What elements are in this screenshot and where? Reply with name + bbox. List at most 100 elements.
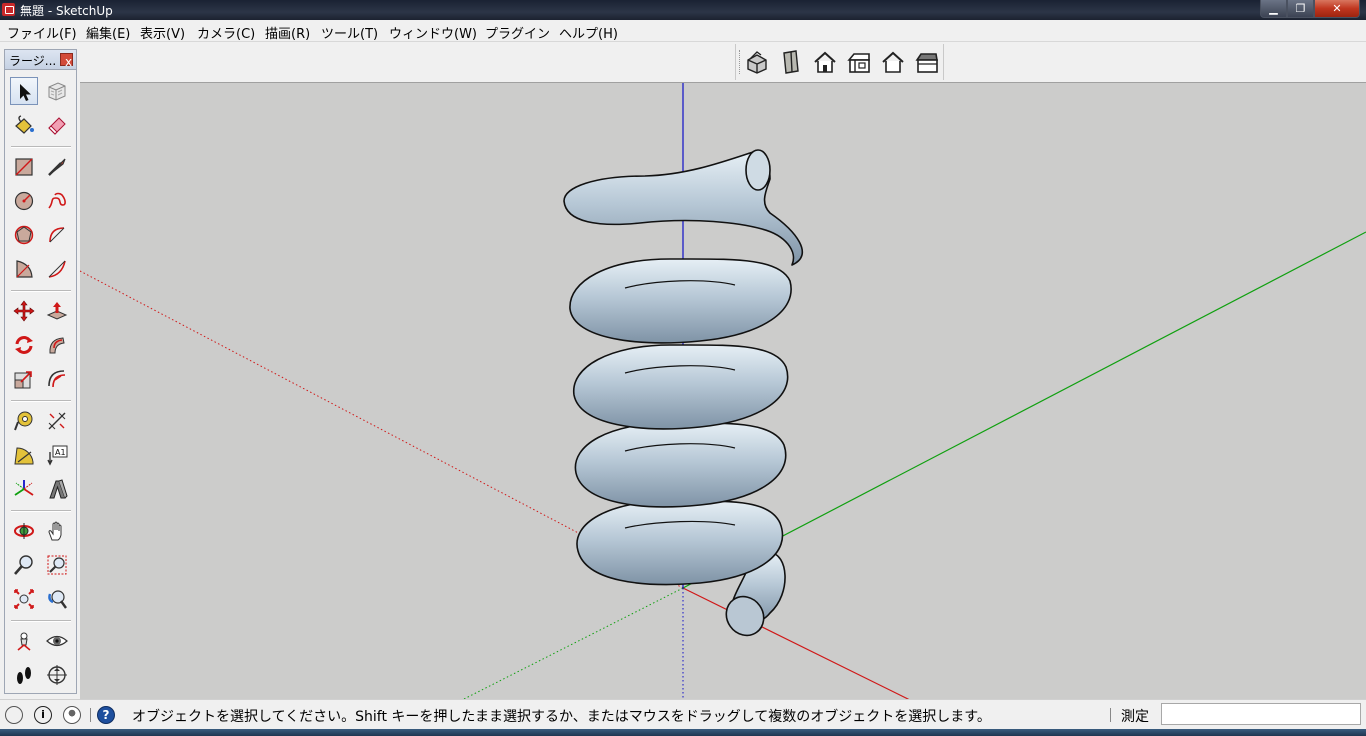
credits-icon[interactable]: i <box>34 706 52 724</box>
rotate-icon <box>15 336 33 354</box>
text-tool[interactable]: A1 <box>43 441 71 469</box>
protractor-tool[interactable] <box>10 441 38 469</box>
toolset-separator <box>11 510 71 512</box>
top-view-icon <box>783 50 799 74</box>
model-canvas[interactable] <box>80 83 1366 700</box>
line-tool[interactable] <box>43 153 71 181</box>
section-plane-tool[interactable] <box>43 661 71 689</box>
large-toolset-panel: ラージ... x A1 <box>4 49 77 694</box>
restore-icon: ❐ <box>1295 2 1306 15</box>
help-icon[interactable]: ? <box>97 706 115 724</box>
right-view-icon <box>847 53 870 73</box>
rotate-tool[interactable] <box>10 331 38 359</box>
user-icon[interactable] <box>63 706 81 724</box>
zoom-window-tool[interactable] <box>43 551 71 579</box>
toolset-title: ラージ... <box>9 54 57 68</box>
back-view-button[interactable] <box>880 49 906 75</box>
move-tool[interactable] <box>10 297 38 325</box>
previous-view-tool[interactable] <box>43 585 71 613</box>
menu-help[interactable]: ヘルプ(H) <box>559 23 618 42</box>
push-pull-icon <box>46 302 68 320</box>
pie-tool[interactable] <box>10 255 38 283</box>
two-point-arc-tool[interactable] <box>43 255 71 283</box>
dimension-icon <box>48 412 66 430</box>
iso-view-button[interactable] <box>744 49 770 75</box>
tape-measure-tool[interactable] <box>10 407 38 435</box>
follow-me-icon <box>49 337 65 354</box>
scale-tool[interactable] <box>10 365 38 393</box>
push-pull-tool[interactable] <box>43 297 71 325</box>
pan-tool[interactable] <box>43 517 71 545</box>
top-view-button[interactable] <box>778 49 804 75</box>
help-glyph: ? <box>102 708 110 722</box>
select-icon <box>20 84 31 101</box>
toolbar-grip[interactable] <box>739 50 743 74</box>
restore-button[interactable]: ❐ <box>1287 0 1314 18</box>
look-around-icon <box>46 635 68 647</box>
front-view-button[interactable] <box>812 49 838 75</box>
orbit-tool[interactable] <box>10 517 38 545</box>
position-camera-tool[interactable] <box>10 627 38 655</box>
rectangle-tool[interactable] <box>10 153 38 181</box>
measurements-label: 測定 <box>1121 709 1149 725</box>
polygon-icon <box>14 225 34 245</box>
walk-icon <box>17 667 31 684</box>
geo-location-icon[interactable] <box>5 706 23 724</box>
menu-view[interactable]: 表示(V) <box>140 23 185 42</box>
eraser-icon <box>48 117 66 135</box>
model-viewport[interactable] <box>80 82 1366 700</box>
paint-bucket-tool[interactable] <box>10 111 38 139</box>
menu-window[interactable]: ウィンドウ(W) <box>389 23 477 42</box>
menu-edit[interactable]: 編集(E) <box>86 23 130 42</box>
offset-tool[interactable] <box>43 365 71 393</box>
status-bar: i ? オブジェクトを選択してください。Shift キーを押したまま選択するか、… <box>0 699 1366 730</box>
red-axis-positive <box>682 587 911 700</box>
dimension-tool[interactable] <box>43 407 71 435</box>
green-axis-negative <box>461 587 684 700</box>
eraser-tool[interactable] <box>43 111 71 139</box>
menu-plugins[interactable]: プラグイン <box>485 23 550 42</box>
walk-tool[interactable] <box>10 661 38 689</box>
toolset-separator <box>11 290 71 292</box>
follow-me-tool[interactable] <box>43 331 71 359</box>
measurements-input[interactable] <box>1161 703 1361 725</box>
look-around-tool[interactable] <box>43 627 71 655</box>
polygon-tool[interactable] <box>10 221 38 249</box>
left-view-button[interactable] <box>914 49 940 75</box>
menu-camera[interactable]: カメラ(C) <box>197 23 255 42</box>
rectangle-icon <box>15 158 33 176</box>
arc-tool[interactable] <box>43 221 71 249</box>
toolset-separator <box>11 620 71 622</box>
zoom-tool[interactable] <box>10 551 38 579</box>
position-camera-icon <box>17 632 31 651</box>
toolset-close-button[interactable]: x <box>60 53 73 68</box>
views-toolbar <box>735 44 944 80</box>
window-title: 無題 - SketchUp <box>20 4 113 18</box>
circle-icon <box>14 191 34 211</box>
section-plane-icon <box>47 665 67 685</box>
minimize-button[interactable]: ▁ <box>1260 0 1287 18</box>
make-component-tool[interactable] <box>43 77 71 105</box>
status-message: オブジェクトを選択してください。Shift キーを押したまま選択するか、またはマ… <box>132 709 991 725</box>
zoom-extents-icon <box>14 589 34 609</box>
menu-draw[interactable]: 描画(R) <box>265 23 310 42</box>
zoom-extents-tool[interactable] <box>10 585 38 613</box>
close-window-button[interactable]: ✕ <box>1314 0 1360 18</box>
menu-file[interactable]: ファイル(F) <box>7 23 77 42</box>
two-point-arc-icon <box>48 260 66 278</box>
right-view-button[interactable] <box>846 49 872 75</box>
menu-tools[interactable]: ツール(T) <box>321 23 378 42</box>
toolset-title-bar[interactable]: ラージ... x <box>5 50 76 70</box>
status-divider <box>90 708 91 722</box>
select-tool[interactable] <box>10 77 38 105</box>
pan-icon <box>48 521 62 541</box>
zoom-icon <box>14 555 33 575</box>
zoom-window-icon <box>47 555 67 575</box>
toolset-separator <box>11 400 71 402</box>
axes-tool[interactable] <box>10 475 38 503</box>
left-view-icon <box>915 53 938 73</box>
circle-tool[interactable] <box>10 187 38 215</box>
freehand-tool[interactable] <box>43 187 71 215</box>
paint-bucket-icon <box>15 115 34 134</box>
3d-text-tool[interactable] <box>43 475 71 503</box>
